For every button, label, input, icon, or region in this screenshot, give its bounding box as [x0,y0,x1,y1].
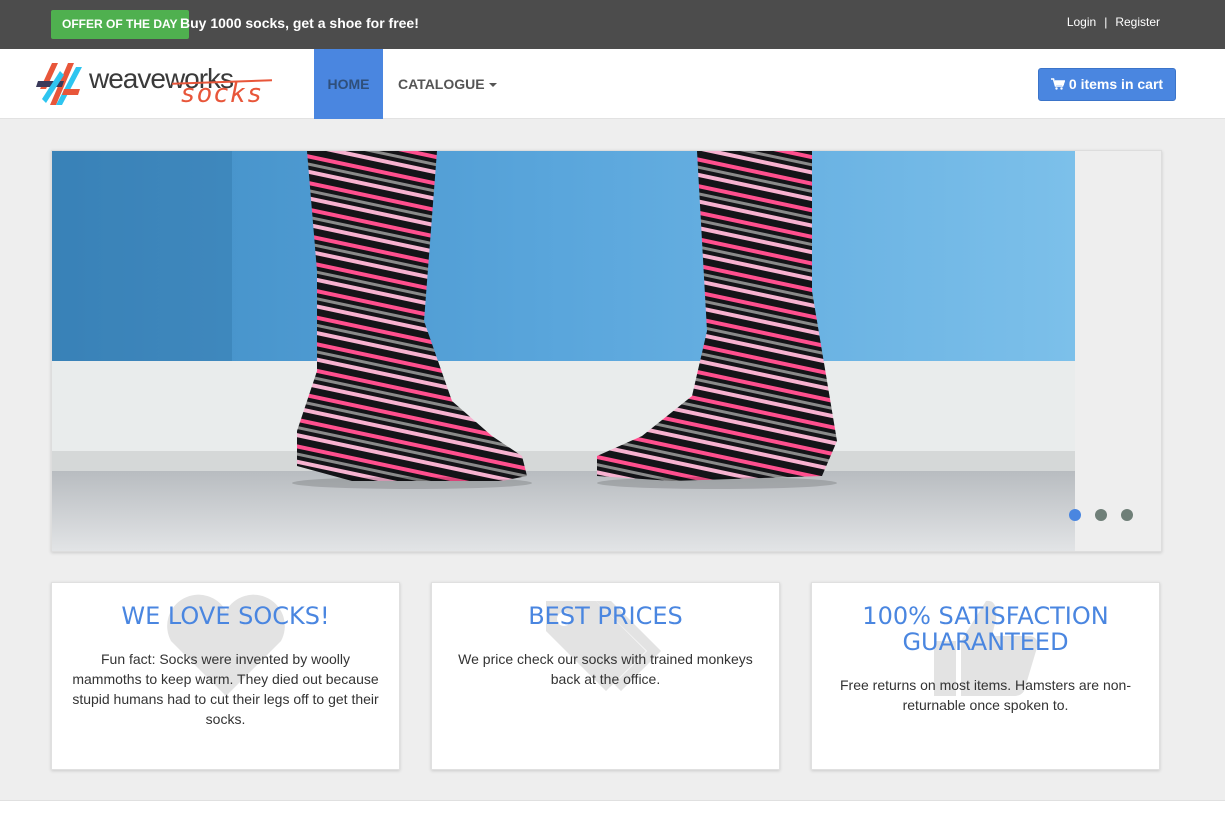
main-navbar: weaveworks socks HOME CATALOGUE 0 items … [0,49,1225,119]
feature-box-love-socks: WE LOVE SOCKS! Fun fact: Socks were inve… [51,582,400,770]
feature-text: We price check our socks with trained mo… [458,651,753,687]
caret-down-icon [488,83,497,88]
feature-box-satisfaction: 100% SATISFACTION GUARANTEED Free return… [811,582,1160,770]
nav-catalogue-dropdown[interactable]: CATALOGUE [398,49,497,119]
logo-socks-text: socks [180,79,264,109]
hero-carousel[interactable] [51,150,1162,552]
cart-button[interactable]: 0 items in cart [1038,68,1176,101]
feature-text: Free returns on most items. Hamsters are… [840,677,1131,713]
account-links: Login | Register [1067,15,1160,29]
offer-of-the-day-badge[interactable]: OFFER OF THE DAY [51,10,189,39]
cart-label: 0 items in cart [1068,76,1164,92]
logo-mark-icon [36,63,82,105]
register-link[interactable]: Register [1115,15,1160,29]
feature-title: WE LOVE SOCKS! [121,602,330,630]
offer-text: Buy 1000 socks, get a shoe for free! [180,15,419,31]
feature-box-best-prices: BEST PRICES We price check our socks wit… [431,582,780,770]
feature-title: BEST PRICES [528,602,683,630]
carousel-dot-1[interactable] [1069,509,1081,521]
nav-catalogue-label: CATALOGUE [398,76,485,92]
hero-socks-image [52,151,1075,551]
carousel-indicators [1069,508,1147,526]
top-bar: OFFER OF THE DAY Buy 1000 socks, get a s… [0,0,1225,49]
carousel-dot-2[interactable] [1095,509,1107,521]
carousel-dot-3[interactable] [1121,509,1133,521]
nav-home[interactable]: HOME [314,49,383,119]
login-link[interactable]: Login [1067,15,1096,29]
separator: | [1104,15,1108,29]
weaveworks-socks-logo[interactable]: weaveworks socks [36,59,281,109]
page-footer-strip [0,800,1225,824]
feature-title: 100% SATISFACTION GUARANTEED [862,602,1109,656]
feature-text: Fun fact: Socks were invented by woolly … [72,651,379,727]
cart-icon [1050,78,1066,90]
